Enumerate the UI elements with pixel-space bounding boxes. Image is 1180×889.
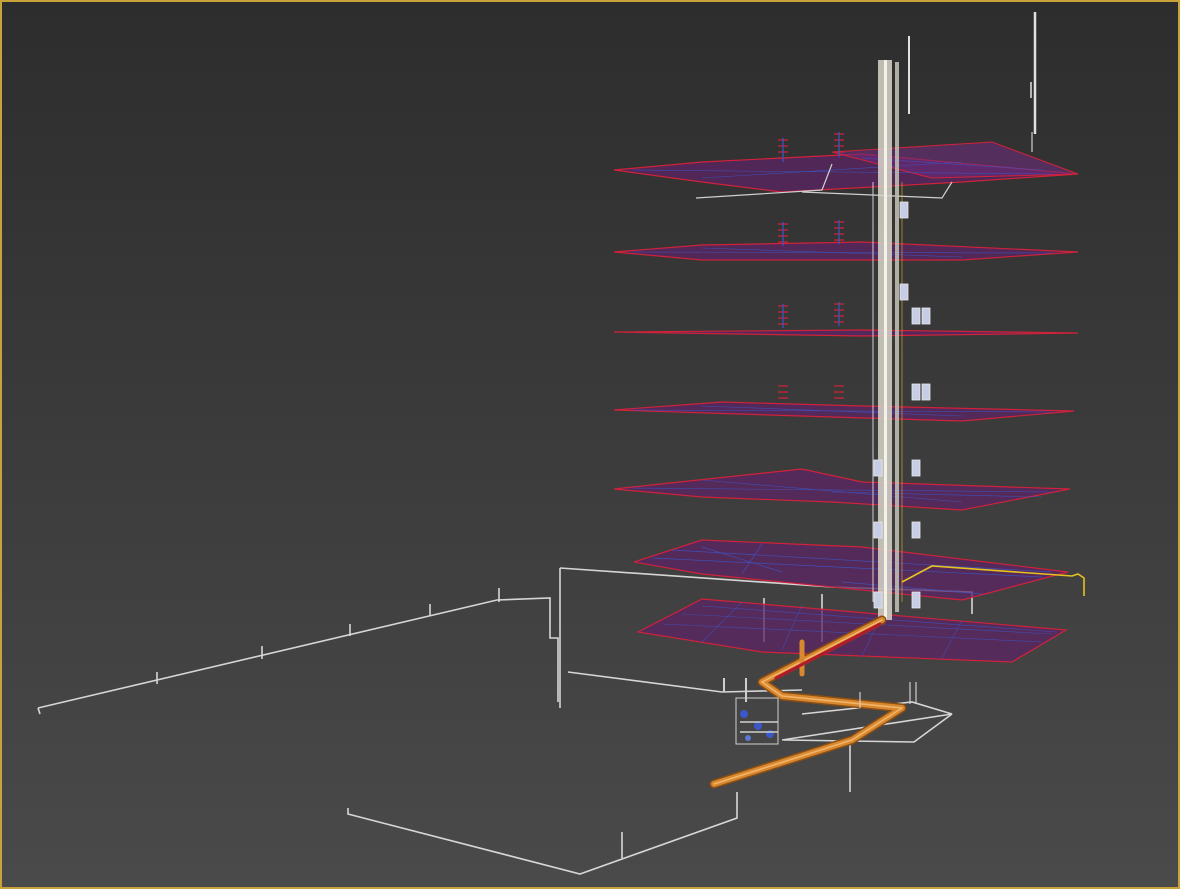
3d-viewport[interactable] bbox=[0, 0, 1180, 889]
floor-plate-5 bbox=[613, 329, 1079, 337]
riser-shaft bbox=[872, 12, 1037, 620]
fixture-stacks bbox=[778, 132, 931, 609]
floor-plate-6 bbox=[613, 241, 1079, 261]
floor-plate-4 bbox=[613, 401, 1075, 422]
floor-plate-3 bbox=[613, 468, 1071, 511]
floor-plate-2 bbox=[633, 539, 1069, 601]
mep-model-scene bbox=[37, 12, 1085, 875]
floor-plate-7 bbox=[613, 132, 1079, 199]
